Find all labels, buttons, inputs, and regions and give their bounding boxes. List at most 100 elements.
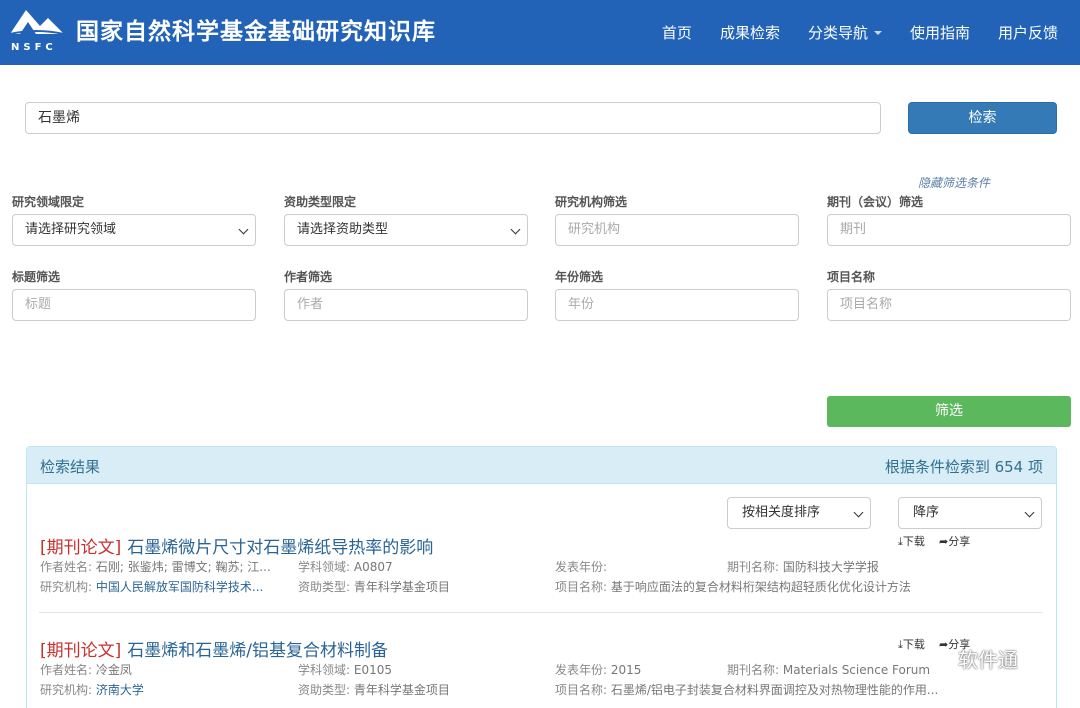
wechat-icon [921, 647, 950, 669]
watermark: 软件通 [920, 644, 1018, 673]
journal-filter-label: 期刊（会议）筛选 [827, 195, 924, 209]
sort-by-select[interactable]: 按相关度排序 [727, 497, 871, 529]
result-title[interactable]: [期刊论文] 石墨烯和石墨烯/铝基复合材料制备 [40, 636, 388, 661]
authors-label: 作者姓名: [40, 560, 93, 574]
share-label: 分享 [948, 535, 971, 548]
result-year: 发表年份: [555, 558, 607, 575]
year-value: 2015 [610, 663, 642, 677]
download-link[interactable]: ⤓下载 [898, 533, 925, 549]
chevron-down-icon [1024, 507, 1035, 518]
nav-search[interactable]: 成果检索 [720, 22, 780, 43]
title-filter-label: 标题筛选 [12, 270, 61, 284]
author-filter-label: 作者筛选 [284, 270, 333, 284]
result-funding: 资助类型: 青年科学基金项目 [298, 681, 450, 698]
field-filter-label: 研究领域限定 [12, 195, 85, 209]
watermark-text: 软件通 [958, 648, 1018, 672]
result-title[interactable]: [期刊论文] 石墨烯微片尺寸对石墨烯纸导热率的影响 [40, 533, 433, 558]
result-divider [39, 612, 1043, 613]
top-header: NSFC 国家自然科学基金基础研究知识库 首页 成果检索 分类导航 使用指南 用… [0, 0, 1080, 65]
institution-link[interactable]: 济南大学 [96, 683, 144, 697]
project-value: 基于响应面法的复合材料桁架结构超轻质化优化设计方法 [610, 580, 911, 594]
result-project: 项目名称: 石墨烯/铝电子封装复合材料界面调控及对热物理性能的作用... [555, 681, 938, 698]
result-institution: 研究机构: 中国人民解放军国防科学技术... [40, 578, 263, 595]
main-nav: 首页 成果检索 分类导航 使用指南 用户反馈 [648, 0, 1072, 65]
result-authors: 作者姓名: 石刚; 张鉴炜; 雷博文; 鞠苏; 江... [40, 558, 271, 575]
svg-text:NSFC: NSFC [11, 42, 57, 53]
field-select-value: 请选择研究领域 [25, 222, 117, 237]
share-link[interactable]: ➦分享 [939, 533, 970, 549]
result-year: 发表年份: 2015 [555, 661, 641, 678]
result-type: [期刊论文] [40, 641, 122, 661]
year-label: 发表年份: [555, 560, 608, 574]
nsfc-logo[interactable]: NSFC [6, 4, 68, 54]
institution-input[interactable]: 研究机构 [555, 214, 799, 246]
year-label: 发表年份: [555, 663, 608, 677]
institution-label: 研究机构: [40, 580, 93, 594]
funding-select-value: 请选择资助类型 [297, 222, 389, 237]
result-subject: 学科领域: E0105 [298, 661, 392, 678]
title-input[interactable]: 标题 [12, 289, 256, 321]
project-label: 项目名称: [555, 683, 608, 697]
year-input[interactable]: 年份 [555, 289, 799, 321]
result-title-text[interactable]: 石墨烯和石墨烯/铝基复合材料制备 [127, 641, 388, 661]
project-label: 项目名称: [555, 580, 608, 594]
nav-guide[interactable]: 使用指南 [910, 22, 970, 43]
year-filter-label: 年份筛选 [555, 270, 604, 284]
hide-filters-link[interactable]: 隐藏筛选条件 [918, 174, 990, 191]
chevron-down-icon [853, 507, 864, 518]
funding-label: 资助类型: [298, 683, 351, 697]
field-select[interactable]: 请选择研究领域 [12, 214, 256, 246]
chevron-down-icon [238, 224, 249, 235]
authors-value: 冷金凤 [95, 663, 132, 677]
subject-label: 学科领域: [298, 663, 351, 677]
result-authors: 作者姓名: 冷金凤 [40, 661, 132, 678]
institution-label: 研究机构: [40, 683, 93, 697]
search-button[interactable]: 检索 [908, 102, 1057, 134]
site-title[interactable]: 国家自然科学基金基础研究知识库 [76, 12, 436, 46]
result-project: 项目名称: 基于响应面法的复合材料桁架结构超轻质化优化设计方法 [555, 578, 911, 595]
nav-feedback[interactable]: 用户反馈 [998, 22, 1058, 43]
journal-value: Materials Science Forum [782, 663, 931, 677]
authors-label: 作者姓名: [40, 663, 93, 677]
caret-down-icon [873, 30, 882, 35]
filter-button[interactable]: 筛选 [827, 396, 1071, 427]
nav-category-label: 分类导航 [807, 24, 868, 42]
search-input[interactable]: 石墨烯 [25, 102, 881, 134]
funding-select[interactable]: 请选择资助类型 [284, 214, 528, 246]
result-journal: 期刊名称: 国防科技大学学报 [727, 558, 879, 575]
order-value: 降序 [913, 505, 940, 520]
results-panel-header: 检索结果 根据条件检索到 654 项 [27, 447, 1056, 484]
journal-label: 期刊名称: [727, 560, 780, 574]
result-subject: 学科领域: A0807 [298, 558, 393, 575]
funding-filter-label: 资助类型限定 [284, 195, 357, 209]
subject-value: A0807 [353, 560, 393, 574]
nav-category-dropdown[interactable]: 分类导航 [808, 22, 882, 43]
order-select[interactable]: 降序 [898, 497, 1042, 529]
institution-link[interactable]: 中国人民解放军国防科学技术... [96, 580, 263, 594]
chevron-down-icon [510, 224, 521, 235]
results-panel: 检索结果 根据条件检索到 654 项 按相关度排序 降序 ⤓下载 ➦分享 [期刊… [26, 446, 1057, 708]
funding-value: 青年科学基金项目 [353, 683, 450, 697]
authors-value: 石刚; 张鉴炜; 雷博文; 鞠苏; 江... [95, 560, 271, 574]
funding-value: 青年科学基金项目 [353, 580, 450, 594]
journal-label: 期刊名称: [727, 663, 780, 677]
subject-label: 学科领域: [298, 560, 351, 574]
project-filter-label: 项目名称 [827, 270, 876, 284]
journal-value: 国防科技大学学报 [782, 560, 879, 574]
journal-input[interactable]: 期刊 [827, 214, 1071, 246]
funding-label: 资助类型: [298, 580, 351, 594]
result-title-text[interactable]: 石墨烯微片尺寸对石墨烯纸导热率的影响 [127, 538, 433, 558]
result-institution: 研究机构: 济南大学 [40, 681, 144, 698]
results-count: 根据条件检索到 654 项 [884, 458, 1043, 476]
result-journal: 期刊名称: Materials Science Forum [727, 661, 930, 678]
sort-by-value: 按相关度排序 [742, 505, 821, 520]
results-heading: 检索结果 [40, 458, 101, 476]
result-funding: 资助类型: 青年科学基金项目 [298, 578, 450, 595]
project-input[interactable]: 项目名称 [827, 289, 1071, 321]
download-label: 下载 [902, 535, 925, 548]
subject-value: E0105 [353, 663, 392, 677]
nav-home[interactable]: 首页 [662, 22, 692, 43]
institution-filter-label: 研究机构筛选 [555, 195, 628, 209]
result-type: [期刊论文] [40, 538, 122, 558]
author-input[interactable]: 作者 [284, 289, 528, 321]
